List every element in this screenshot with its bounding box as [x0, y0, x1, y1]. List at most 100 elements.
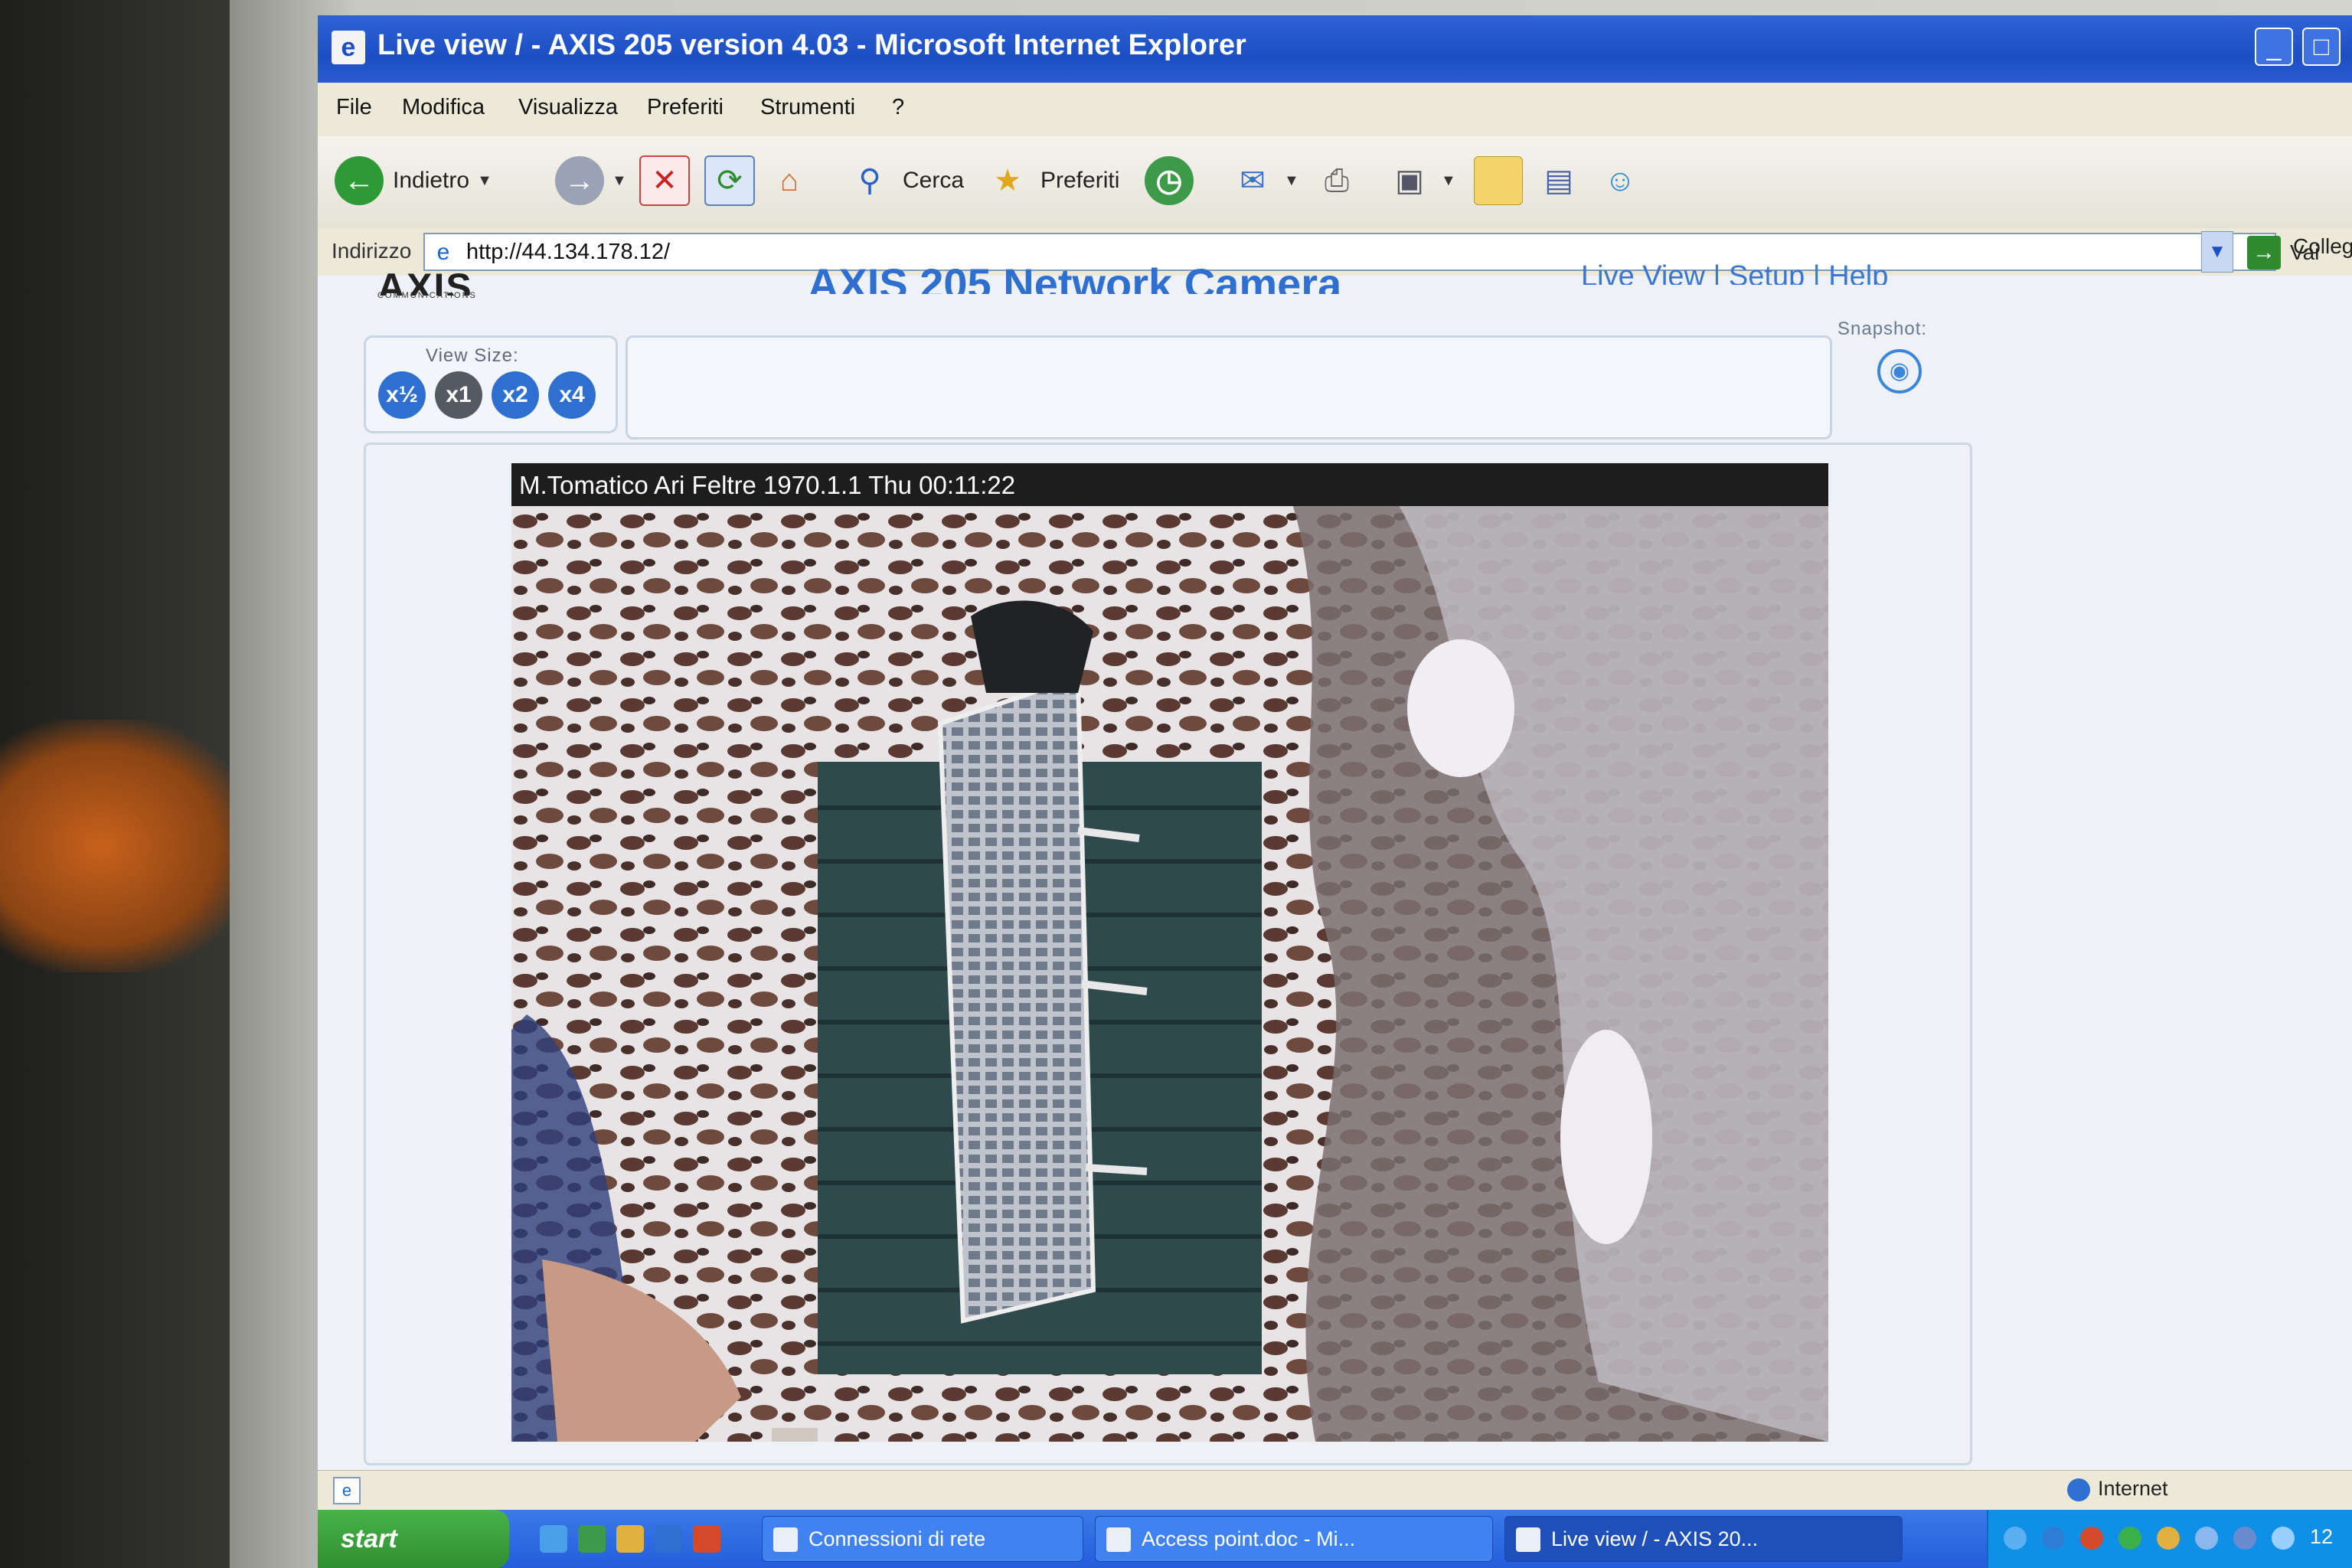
top-nav-links[interactable]: Live View | Setup | Help — [1581, 260, 1888, 285]
tray-volume-icon[interactable] — [2195, 1527, 2218, 1550]
tray-status-icon[interactable] — [2118, 1527, 2141, 1550]
back-arrow-icon: ← — [335, 156, 384, 205]
task-access-point-doc[interactable]: Access point.doc - Mi... — [1095, 1516, 1493, 1562]
messenger-icon: ☺ — [1604, 163, 1636, 198]
camera-icon[interactable]: ◉ — [1877, 349, 1922, 394]
quicklaunch-desktop-icon[interactable] — [578, 1525, 606, 1553]
tray-network-icon[interactable] — [2042, 1527, 2065, 1550]
tray-security-icon[interactable] — [2080, 1527, 2103, 1550]
quicklaunch-media-icon[interactable] — [693, 1525, 720, 1553]
chevron-down-icon: ▼ — [1441, 172, 1456, 189]
tray-arrow-icon[interactable] — [2004, 1527, 2027, 1550]
refresh-icon: ⟳ — [704, 155, 755, 206]
view-size-half-button[interactable]: x½ — [378, 371, 426, 419]
research-icon: ▤ — [1544, 164, 1573, 198]
background-orange-object — [0, 720, 253, 972]
chevron-down-icon: ▼ — [612, 172, 627, 189]
tray-connection-icon[interactable] — [2272, 1527, 2295, 1550]
view-size-x4-button[interactable]: x4 — [548, 371, 596, 419]
star-icon: ★ — [994, 164, 1021, 198]
note-icon — [1474, 156, 1523, 205]
refresh-button[interactable]: ⟳ — [704, 150, 755, 211]
video-frame: M.Tomatico Ari Feltre 1970.1.1 Thu 00:11… — [364, 443, 1972, 1465]
window-title: Live view / - AXIS 205 version 4.03 - Mi… — [377, 29, 1246, 61]
address-input[interactable]: e http://44.134.178.12/ ▼ → Vai — [423, 231, 2319, 273]
task-access-point-label: Access point.doc - Mi... — [1142, 1527, 1356, 1550]
edit-icon: ▣ — [1395, 164, 1424, 198]
view-size-x1-button[interactable]: x1 — [435, 371, 482, 419]
ie-icon — [1516, 1527, 1540, 1552]
status-bar: e Internet — [318, 1470, 2352, 1511]
search-button[interactable]: ⚲ Cerca — [846, 150, 964, 211]
go-arrow-icon[interactable]: → — [2247, 236, 2281, 270]
live-video[interactable]: M.Tomatico Ari Feltre 1970.1.1 Thu 00:11… — [511, 463, 1828, 1442]
search-label: Cerca — [903, 168, 965, 193]
quicklaunch-app-icon[interactable] — [655, 1525, 682, 1553]
links-label[interactable]: Collegamenti — [2293, 234, 2352, 259]
forward-button[interactable]: → ▼ — [555, 150, 627, 211]
home-button[interactable]: ⌂ — [766, 150, 813, 211]
tray-display-icon[interactable] — [2233, 1527, 2256, 1550]
home-icon: ⌂ — [779, 163, 799, 198]
tray-app-icon[interactable] — [2157, 1527, 2180, 1550]
menu-strumenti[interactable]: Strumenti — [760, 95, 855, 120]
mail-icon: ✉ — [1240, 164, 1266, 198]
task-connessioni[interactable]: Connessioni di rete — [762, 1516, 1083, 1562]
ie-page-icon: e — [332, 31, 365, 64]
screen: e Live view / - AXIS 205 version 4.03 - … — [318, 15, 2352, 1568]
snapshot-panel: Snapshot: ◉ — [1838, 318, 1968, 426]
menu-help[interactable]: ? — [892, 95, 904, 120]
taskbar: start Connessioni di rete Access point.d… — [318, 1510, 2352, 1568]
start-button[interactable]: start — [318, 1510, 509, 1568]
toolbar: ← Indietro ▼ → ▼ ✕ ⟳ ⌂ ⚲ Cerca ★ Preferi… — [318, 136, 2352, 229]
maximize-button[interactable]: □ — [2302, 28, 2341, 66]
history-icon: ◷ — [1145, 156, 1194, 205]
quicklaunch-ie-icon[interactable] — [540, 1525, 567, 1553]
menu-preferiti[interactable]: Preferiti — [647, 95, 724, 120]
favorites-button[interactable]: ★ Preferiti — [984, 150, 1119, 211]
minimize-button[interactable]: _ — [2255, 28, 2293, 66]
task-live-view-label: Live view / - AXIS 20... — [1551, 1527, 1759, 1550]
page-title: AXIS 205 Network Camera — [808, 260, 1342, 294]
globe-icon — [2067, 1478, 2090, 1501]
clock: 12 — [2310, 1525, 2334, 1548]
system-tray: 12 — [1987, 1510, 2352, 1568]
view-size-x2-button[interactable]: x2 — [492, 371, 539, 419]
view-size-label: View Size: — [426, 345, 519, 366]
video-image — [511, 463, 1828, 1442]
page-content: AXIS COMMUNICATIONS AXIS 205 Network Cam… — [318, 260, 2352, 1470]
printer-icon: ⎙ — [1325, 163, 1349, 198]
address-label: Indirizzo — [332, 239, 412, 263]
word-doc-icon — [1106, 1527, 1131, 1552]
menu-bar: File Modifica Visualizza Preferiti Strum… — [318, 83, 2352, 137]
quicklaunch-folder-icon[interactable] — [616, 1525, 644, 1553]
research-button[interactable]: ▤ — [1535, 150, 1583, 211]
task-live-view[interactable]: Live view / - AXIS 20... — [1504, 1516, 1903, 1562]
back-button[interactable]: ← Indietro ▼ — [335, 150, 492, 211]
title-bar: e Live view / - AXIS 205 version 4.03 - … — [318, 15, 2352, 83]
menu-modifica[interactable]: Modifica — [402, 95, 485, 120]
security-zone: Internet — [2067, 1477, 2168, 1501]
discuss-button[interactable] — [1474, 150, 1523, 211]
view-size-panel: View Size: x½ x1 x2 x4 — [364, 335, 618, 433]
search-icon: ⚲ — [858, 164, 881, 198]
security-zone-label: Internet — [2098, 1477, 2168, 1500]
axis-logo-subtitle: COMMUNICATIONS — [377, 291, 477, 300]
page-status-icon: e — [333, 1477, 361, 1504]
messenger-button[interactable]: ☺ — [1596, 150, 1644, 211]
history-button[interactable]: ◷ — [1145, 150, 1194, 211]
stop-icon: ✕ — [639, 155, 690, 206]
network-icon — [773, 1527, 798, 1552]
camera-overlay-text: M.Tomatico Ari Feltre 1970.1.1 Thu 00:11… — [519, 471, 1016, 499]
page-icon: e — [436, 240, 450, 265]
chevron-down-icon: ▼ — [1284, 172, 1299, 189]
chevron-down-icon: ▼ — [477, 172, 492, 189]
address-dropdown[interactable]: ▼ — [2201, 231, 2233, 273]
edit-button[interactable]: ▣ ▼ — [1386, 150, 1456, 211]
print-button[interactable]: ⎙ — [1313, 150, 1361, 211]
menu-visualizza[interactable]: Visualizza — [518, 95, 618, 120]
stop-button[interactable]: ✕ — [639, 150, 690, 211]
favorites-label: Preferiti — [1040, 168, 1120, 193]
menu-file[interactable]: File — [336, 95, 372, 120]
mail-button[interactable]: ✉ ▼ — [1229, 150, 1299, 211]
